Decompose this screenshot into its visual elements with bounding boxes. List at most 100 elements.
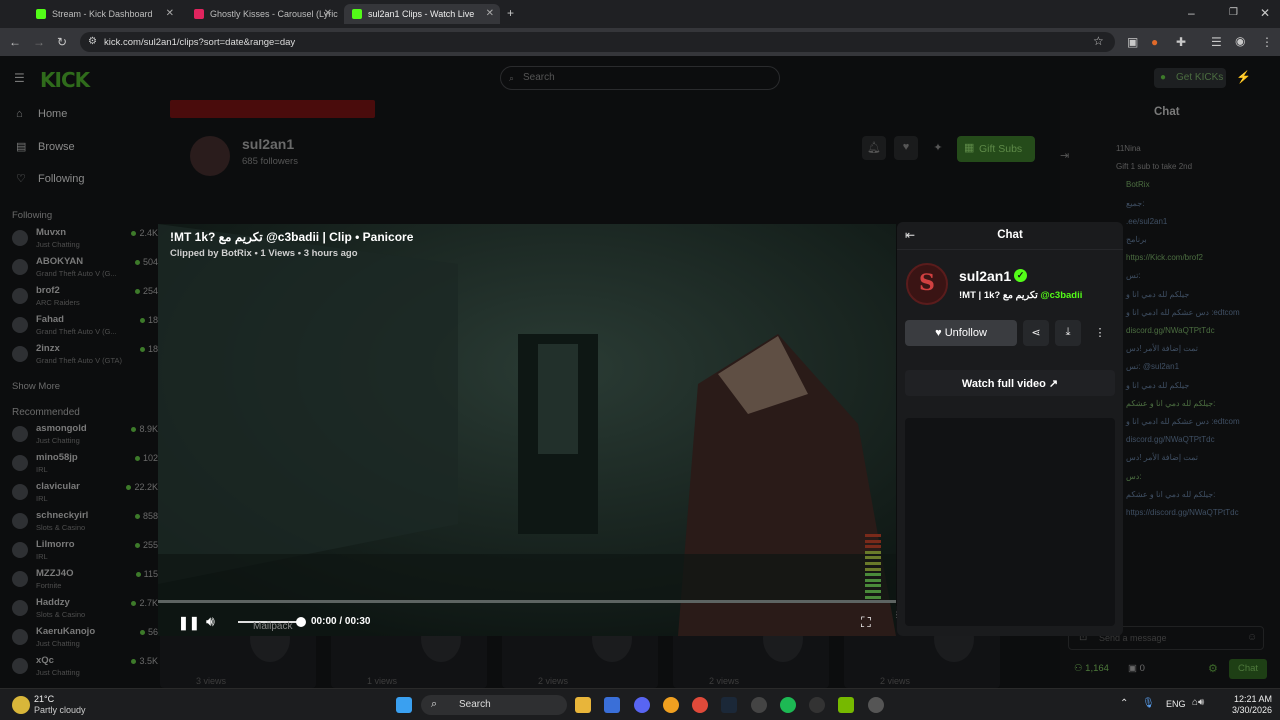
browser-tab[interactable]: Stream - Kick Dashboard ✕ xyxy=(28,4,180,24)
clip-title: !MT 1k? تكريم مع @c3badii | Clip • Panic… xyxy=(170,230,414,244)
seek-bar[interactable] xyxy=(158,600,896,603)
language-indicator[interactable]: ENG xyxy=(1166,699,1186,709)
show-more-link[interactable]: Show More xyxy=(12,381,60,392)
chat-message: https://Kick.com/brof2 xyxy=(1126,253,1203,263)
nav-browse[interactable]: ▤ Browse xyxy=(16,140,75,153)
reload-icon[interactable]: ↻ xyxy=(57,36,67,48)
browser-menu-icon[interactable]: ⋮ xyxy=(1261,36,1273,48)
sidebar-channel[interactable]: ABOKYAN Grand Theft Auto V (G... 504 xyxy=(8,253,158,281)
obs-icon[interactable] xyxy=(809,697,825,713)
nav-following[interactable]: ♡ Following xyxy=(16,172,84,185)
sidebar-channel[interactable]: Lilmorro IRL 255 xyxy=(8,536,158,564)
browser-tab[interactable]: Ghostly Kisses - Carousel (Lyric ✕ xyxy=(186,4,338,24)
more-options-button[interactable]: ⋮ xyxy=(1087,320,1113,346)
fullscreen-icon[interactable]: ⛶ xyxy=(861,614,871,631)
system-clock[interactable]: 12:21 AM 3/30/2026 xyxy=(1220,694,1272,716)
site-search-input[interactable]: ⌕ Search xyxy=(500,66,780,90)
sidebar-channel[interactable]: mino58jp IRL 102 xyxy=(8,449,158,477)
share-button[interactable]: ⋖ xyxy=(1023,320,1049,346)
channel-name[interactable]: sul2an1 xyxy=(242,136,294,152)
network-volume-icon[interactable]: ⌂🔊︎ xyxy=(1192,697,1204,708)
get-kicks-button[interactable]: ● Get KICKs xyxy=(1154,68,1226,88)
site-top-nav: ☰ KICK ⌕ Search ● Get KICKs ⚡ xyxy=(0,56,1280,100)
watch-full-video-button[interactable]: Watch full video ↗ xyxy=(905,370,1115,396)
sidebar-channel[interactable]: asmongold Just Chatting 8.9K xyxy=(8,420,158,448)
chat-gear-icon[interactable]: ⚙ xyxy=(1208,662,1218,675)
spotify-icon[interactable] xyxy=(780,697,796,713)
store-icon[interactable] xyxy=(604,697,620,713)
clip-views: 3 views xyxy=(196,676,227,686)
weather-desc[interactable]: Partly cloudy xyxy=(34,705,86,715)
site-info-icon[interactable]: ⚙ xyxy=(88,36,97,48)
app-icon[interactable] xyxy=(663,697,679,713)
file-explorer-icon[interactable] xyxy=(575,697,591,713)
forward-icon[interactable]: → xyxy=(33,36,45,48)
clip-views: 2 views xyxy=(880,676,911,686)
collapse-chat-icon[interactable]: ⇥ xyxy=(1060,150,1069,162)
browser-tab-active[interactable]: sul2an1 Clips - Watch Live ✕ xyxy=(344,4,500,24)
kick-logo[interactable]: KICK xyxy=(40,68,90,92)
sidebar-channel[interactable]: schneckyirl Slots & Casino 858 xyxy=(8,507,158,535)
hamburger-menu-icon[interactable]: ☰ xyxy=(14,72,25,84)
weather-temp[interactable]: 21°C xyxy=(34,694,54,704)
viewer-count: 102 xyxy=(135,453,158,463)
pause-icon[interactable]: ❚❚ xyxy=(178,615,200,631)
windows-start-icon[interactable] xyxy=(396,697,412,713)
close-tab-icon[interactable]: ✕ xyxy=(324,8,332,19)
viewer-count: 3.5K xyxy=(131,656,158,666)
steam-icon[interactable] xyxy=(721,697,737,713)
minimize-icon[interactable]: – xyxy=(1188,7,1195,19)
clip-video-player[interactable]: !MT 1k? تكريم مع @c3badii | Clip • Panic… xyxy=(158,224,896,636)
emoji-icon[interactable]: ☺ xyxy=(1247,632,1257,644)
chrome-icon[interactable] xyxy=(692,697,708,713)
discord-icon[interactable] xyxy=(634,697,650,713)
sidebar-channel[interactable]: clavicular IRL 22.2K xyxy=(8,478,158,506)
sidebar-channel[interactable]: Muvxn Just Chatting 2.4K xyxy=(8,224,158,252)
address-bar[interactable]: ⚙ kick.com/sul2an1/clips?sort=date&range… xyxy=(80,32,1115,52)
meter-bar xyxy=(865,567,881,571)
close-window-icon[interactable]: ✕ xyxy=(1260,7,1270,19)
volume-slider-knob[interactable] xyxy=(296,617,306,627)
settings-icon[interactable] xyxy=(751,697,767,713)
close-tab-icon[interactable]: ✕ xyxy=(486,8,494,19)
tray-chevron-icon[interactable]: ⌃ xyxy=(1120,698,1128,709)
chat-send-button[interactable]: Chat xyxy=(1229,659,1267,679)
extension-icon[interactable]: ▣ xyxy=(1127,36,1138,48)
nvidia-icon[interactable] xyxy=(838,697,854,713)
download-button[interactable]: ⤓ xyxy=(1055,320,1081,346)
bookmark-star-icon[interactable]: ☆ xyxy=(1093,35,1104,47)
nav-home[interactable]: ⌂ Home xyxy=(16,108,67,120)
avatar xyxy=(12,259,28,275)
extension-icon[interactable]: ● xyxy=(1151,36,1158,48)
close-tab-icon[interactable]: ✕ xyxy=(166,8,174,19)
back-icon[interactable]: ← xyxy=(9,36,21,48)
sidebar-channel[interactable]: xQc Just Chatting 3.5K xyxy=(8,652,158,680)
new-tab-icon[interactable]: + xyxy=(507,7,514,19)
gift-subs-button[interactable]: ▦ Gift Subs xyxy=(957,136,1035,162)
sidebar-channel[interactable]: KaeruKanojo Just Chatting 56 xyxy=(8,623,158,651)
extensions-puzzle-icon[interactable]: ✚ xyxy=(1176,36,1186,48)
unfollow-button[interactable]: ♥ Unfollow xyxy=(905,320,1017,346)
volume-icon[interactable]: 🔊︎ xyxy=(206,613,215,630)
weather-icon[interactable] xyxy=(12,696,30,714)
notification-logo-icon[interactable]: ⚡ xyxy=(1236,71,1251,83)
sidebar-channel[interactable]: Haddzy Slots & Casino 2.7K xyxy=(8,594,158,622)
sidebar-channel[interactable]: brof2 ARC Raiders 254 xyxy=(8,282,158,310)
app-icon[interactable] xyxy=(868,697,884,713)
follow-heart-button[interactable]: ♥ xyxy=(894,136,918,160)
reading-list-icon[interactable]: ☰ xyxy=(1211,36,1222,48)
maximize-icon[interactable]: ❐ xyxy=(1229,7,1238,19)
streamer-avatar[interactable]: S xyxy=(906,263,948,305)
streamer-name[interactable]: sul2an1 xyxy=(959,268,1011,284)
sidebar-channel[interactable]: 2inzx Grand Theft Auto V (GTA) 18 xyxy=(8,340,158,368)
channel-name: MZZJ4O xyxy=(36,568,74,579)
sidebar-channel[interactable]: Fahad Grand Theft Auto V (G... 18 xyxy=(8,311,158,339)
notification-bell-button[interactable]: 🔔︎ xyxy=(862,136,886,160)
mention-link[interactable]: @c3badii xyxy=(1040,290,1082,301)
mic-icon[interactable]: 🎙︎ xyxy=(1142,698,1155,709)
sparkle-button[interactable]: ✦ xyxy=(926,136,950,160)
taskbar-search[interactable]: ⌕ Search xyxy=(421,695,567,715)
sidebar-channel[interactable]: MZZJ4O Fortnite 115 xyxy=(8,565,158,593)
channel-avatar[interactable] xyxy=(190,136,230,176)
profile-icon[interactable]: ◉ xyxy=(1235,35,1245,47)
